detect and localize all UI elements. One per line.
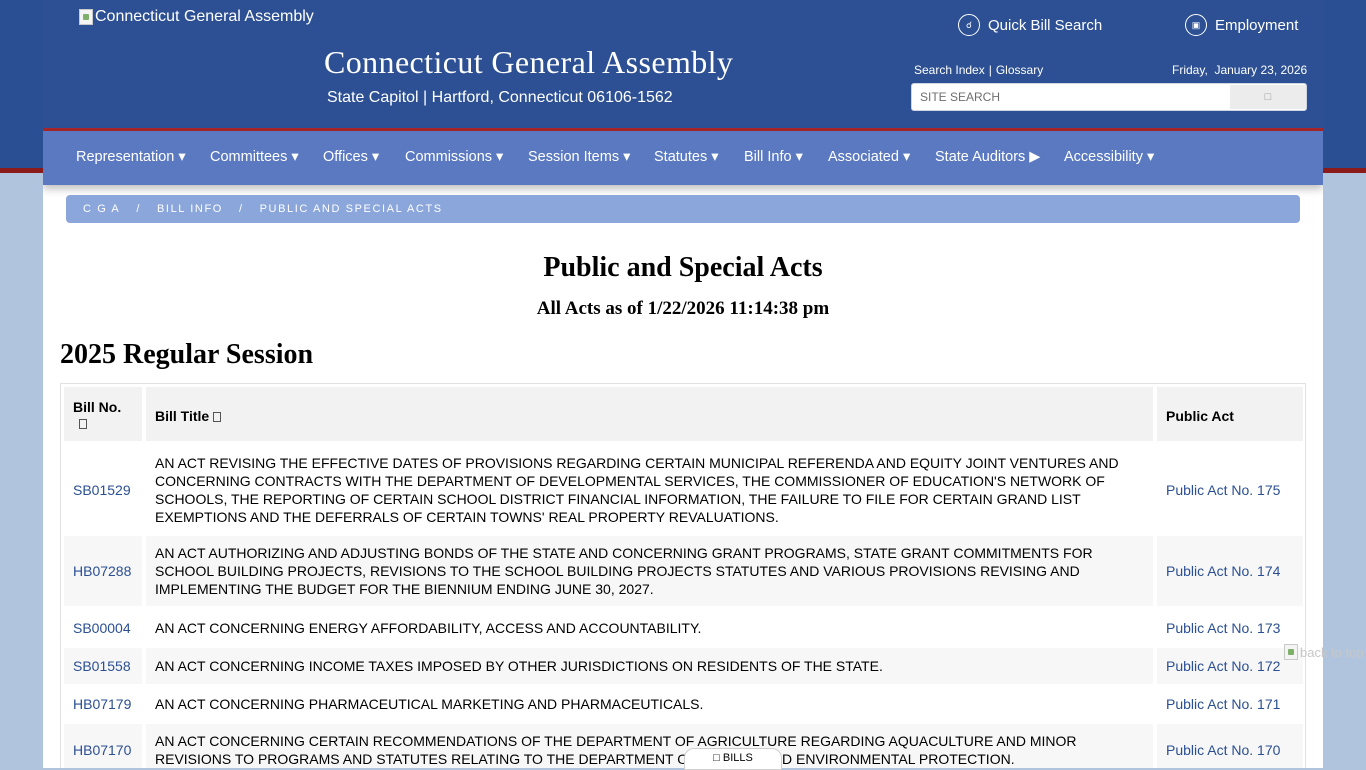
magnifier-icon: □ <box>1264 91 1272 103</box>
table-row: SB01558 AN ACT CONCERNING INCOME TAXES I… <box>61 648 1305 684</box>
bill-title-cell: AN ACT AUTHORIZING AND ADJUSTING BONDS O… <box>146 536 1153 606</box>
quick-bill-search-label: Quick Bill Search <box>988 16 1103 34</box>
bill-number-cell: HB07179 <box>64 686 142 722</box>
table-row: SB00004 AN ACT CONCERNING ENERGY AFFORDA… <box>61 610 1305 646</box>
nav-statutes[interactable]: Statutes ▾ <box>654 149 719 165</box>
site-header: Connecticut General Assembly Connecticut… <box>43 0 1323 131</box>
bill-title-cell: AN ACT CONCERNING CERTAIN RECOMMENDATION… <box>146 724 1153 768</box>
bill-link[interactable]: HB07288 <box>73 562 131 580</box>
bill-title-cell: AN ACT CONCERNING PHARMACEUTICAL MARKETI… <box>155 696 704 712</box>
header-bill-no-label: Bill No. <box>73 399 122 415</box>
site-title[interactable]: Connecticut General Assembly <box>324 44 733 81</box>
breadcrumb-cga[interactable]: C G A <box>83 203 120 215</box>
broken-image-icon <box>79 9 93 25</box>
public-act-link[interactable]: Public Act No. 171 <box>1166 695 1280 713</box>
header-bill-title[interactable]: Bill Title <box>146 387 1153 441</box>
bill-number-cell: HB07288 <box>64 536 142 606</box>
public-act-link[interactable]: Public Act No. 175 <box>1166 481 1280 499</box>
table-row: SB01529 AN ACT REVISING THE EFFECTIVE DA… <box>61 444 1305 536</box>
current-date: Friday, January 23, 2026 <box>1172 63 1308 77</box>
logo-alt-text: Connecticut General Assembly <box>95 8 314 25</box>
public-act-cell: Public Act No. 175 <box>1157 444 1303 536</box>
header-bill-no[interactable]: Bill No. <box>64 387 142 441</box>
nav-representation[interactable]: Representation ▾ <box>76 149 186 165</box>
bill-number-cell: HB07170 <box>64 724 142 768</box>
breadcrumb: C G A / BILL INFO / PUBLIC AND SPECIAL A… <box>66 195 1300 223</box>
bills-tab-label: BILLS <box>722 752 753 764</box>
search-index-link[interactable]: Search Index <box>914 63 985 77</box>
quick-bill-search-link[interactable]: ☌ Quick Bill Search <box>958 14 1102 36</box>
breadcrumb-current: PUBLIC AND SPECIAL ACTS <box>259 203 443 215</box>
bill-title-cell: AN ACT CONCERNING ENERGY AFFORDABILITY, … <box>155 620 702 636</box>
public-act-cell: Public Act No. 173 <box>1157 610 1303 646</box>
site-subtitle: State Capitol | Hartford, Connecticut 06… <box>327 89 673 106</box>
breadcrumb-bill-info[interactable]: BILL INFO <box>157 203 223 215</box>
bill-number-cell: SB00004 <box>64 610 142 646</box>
breadcrumb-separator: / <box>136 203 141 215</box>
bill-title-cell: AN ACT REVISING THE EFFECTIVE DATES OF P… <box>155 455 1119 525</box>
nav-associated[interactable]: Associated ▾ <box>828 149 910 165</box>
bill-link[interactable]: HB07179 <box>73 695 131 713</box>
sort-icon <box>79 419 87 429</box>
breadcrumb-separator: / <box>238 203 244 215</box>
main-nav: Representation ▾ Committees ▾ Offices ▾ … <box>43 131 1323 185</box>
site-search-input[interactable] <box>912 84 1230 110</box>
table-row: HB07179 AN ACT CONCERNING PHARMACEUTICAL… <box>61 686 1305 722</box>
broken-image-icon <box>1284 644 1298 660</box>
nav-bill-info[interactable]: Bill Info ▾ <box>744 149 803 165</box>
bill-number-cell: SB01529 <box>64 444 142 536</box>
bill-title-cell: AN ACT CONCERNING INCOME TAXES IMPOSED B… <box>146 648 1153 684</box>
table-row: HB07288 AN ACT AUTHORIZING AND ADJUSTING… <box>61 536 1305 606</box>
nav-session-items[interactable]: Session Items ▾ <box>528 149 630 165</box>
public-act-link[interactable]: Public Act No. 172 <box>1166 657 1280 675</box>
nav-committees[interactable]: Committees ▾ <box>210 149 299 165</box>
search-links: Search Index | Glossary <box>914 63 1043 77</box>
nav-accessibility[interactable]: Accessibility ▾ <box>1064 149 1154 165</box>
public-act-cell: Public Act No. 172 <box>1157 648 1303 684</box>
page-subtitle: All Acts as of 1/22/2026 11:14:38 pm <box>536 298 830 319</box>
glossary-link[interactable]: Glossary <box>996 63 1043 77</box>
public-act-cell: Public Act No. 170 <box>1157 724 1303 768</box>
bill-link[interactable]: SB00004 <box>73 619 131 637</box>
nav-offices[interactable]: Offices ▾ <box>323 149 379 165</box>
header-bill-title-label: Bill Title <box>155 408 210 424</box>
public-act-cell: Public Act No. 171 <box>1157 686 1303 722</box>
acts-table: Bill No. Bill Title Public Act SB01529 A… <box>60 383 1306 768</box>
bill-number-cell: SB01558 <box>64 648 142 684</box>
briefcase-icon: ▣ <box>1185 14 1207 36</box>
bill-link[interactable]: SB01558 <box>73 657 131 675</box>
table-header: Bill No. Bill Title Public Act <box>61 384 1305 444</box>
site-search-button[interactable]: □ <box>1230 85 1306 109</box>
search-icon: ☌ <box>958 14 980 36</box>
public-act-link[interactable]: Public Act No. 173 <box>1166 619 1280 637</box>
header-public-act: Public Act <box>1157 387 1303 441</box>
bills-icon: □ <box>713 752 720 764</box>
link-separator: | <box>988 63 992 77</box>
bill-link[interactable]: HB07170 <box>73 741 131 759</box>
site-search-box: □ <box>911 83 1307 111</box>
nav-state-auditors[interactable]: State Auditors ▶ <box>935 149 1040 165</box>
bills-tab[interactable]: □ BILLS <box>684 748 782 770</box>
employment-link[interactable]: ▣ Employment <box>1185 14 1298 36</box>
public-act-link[interactable]: Public Act No. 174 <box>1166 562 1280 580</box>
sort-icon <box>213 412 222 422</box>
employment-label: Employment <box>1215 16 1299 34</box>
nav-commissions[interactable]: Commissions ▾ <box>405 149 503 165</box>
back-to-top-button[interactable]: back to top <box>1284 644 1364 660</box>
table-row: HB07170 AN ACT CONCERNING CERTAIN RECOMM… <box>61 724 1305 768</box>
site-logo[interactable]: Connecticut General Assembly <box>79 8 314 26</box>
public-act-cell: Public Act No. 174 <box>1157 536 1303 606</box>
bill-link[interactable]: SB01529 <box>73 481 131 499</box>
public-act-link[interactable]: Public Act No. 170 <box>1166 741 1280 759</box>
page-container: Connecticut General Assembly Connecticut… <box>43 0 1323 768</box>
session-heading: 2025 Regular Session <box>60 339 314 370</box>
page-title: Public and Special Acts <box>543 252 823 283</box>
header-public-act-label: Public Act <box>1166 408 1234 424</box>
back-to-top-alt-text: back to top <box>1300 644 1364 660</box>
